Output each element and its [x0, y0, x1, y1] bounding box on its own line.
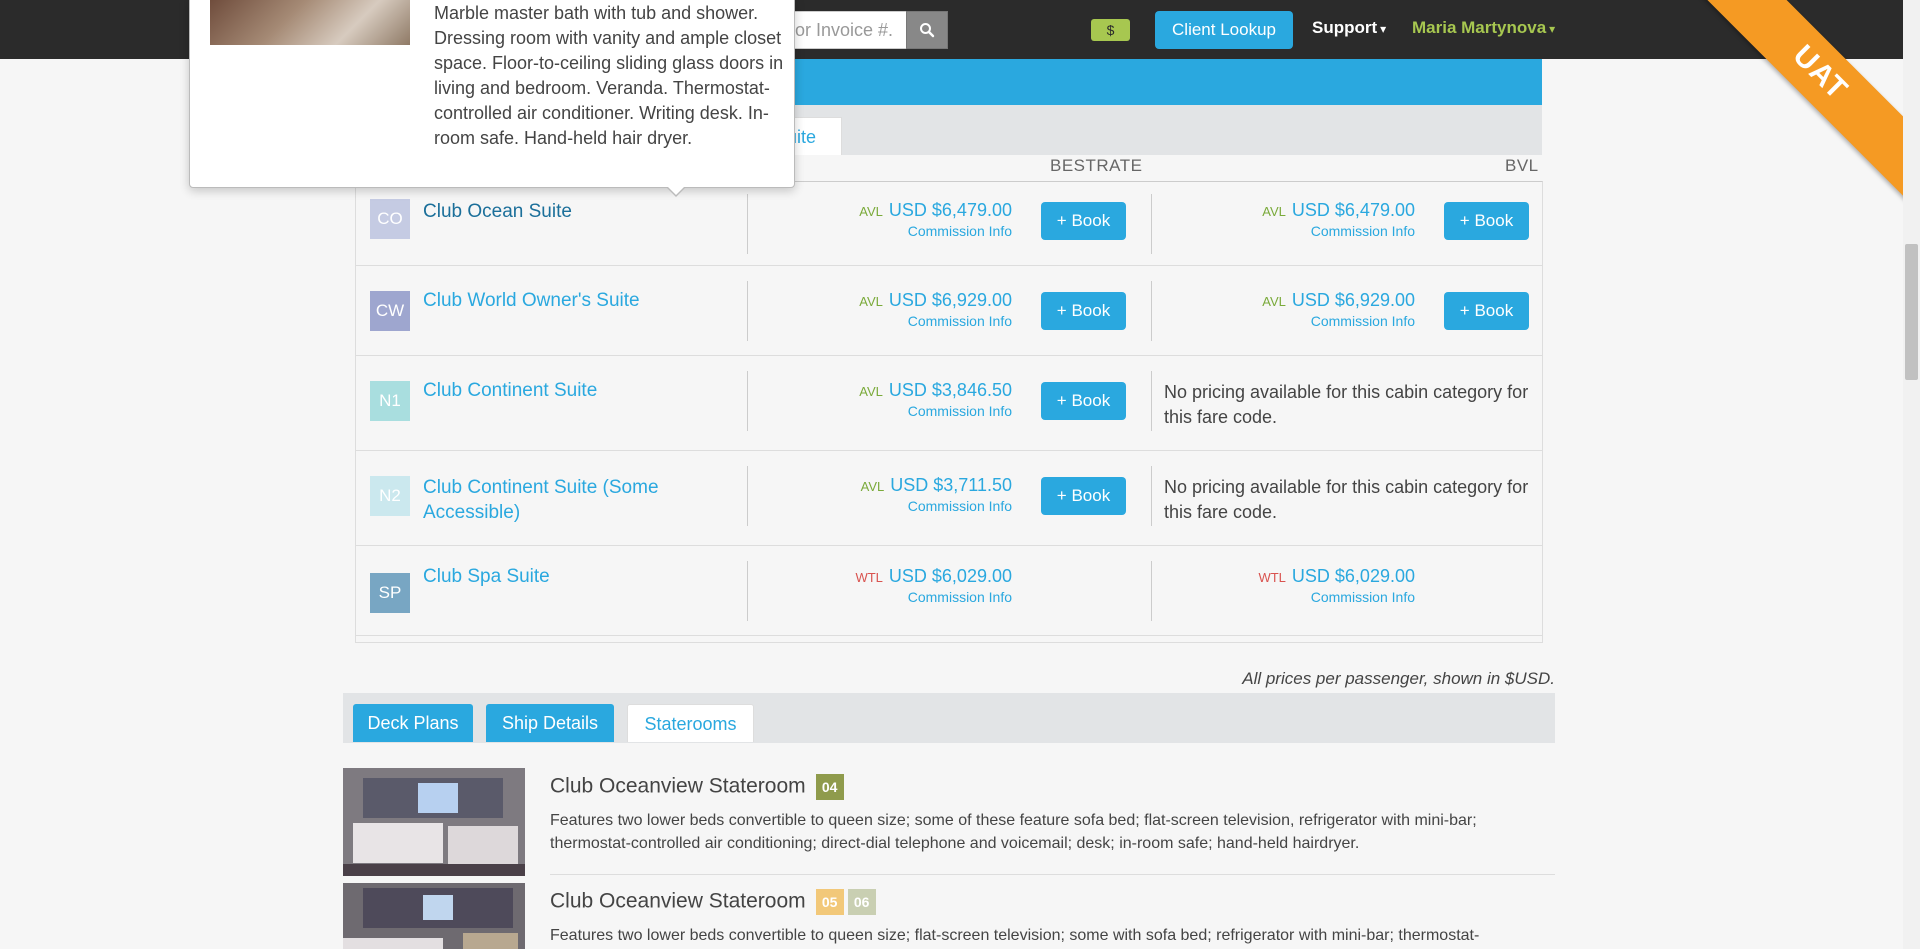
deck-badge: 05 — [815, 889, 844, 915]
cabin-name-link[interactable]: Club Ocean Suite — [423, 199, 673, 224]
book-button[interactable]: + Book — [1041, 382, 1126, 420]
book-button[interactable]: + Book — [1444, 292, 1529, 330]
cabin-pricing-table: CO Club Ocean Suite AVL USD $6,479.00 Com… — [355, 181, 1543, 643]
cabin-code-badge: SP — [370, 573, 410, 613]
price-amount: USD $6,479.00 — [888, 200, 1012, 220]
commission-info-link[interactable]: Commission Info — [1215, 313, 1415, 329]
bestrate-price: AVL USD $6,479.00 Commission Info — [812, 200, 1012, 239]
currency-badge[interactable]: $ — [1091, 19, 1130, 41]
commission-info-link[interactable]: Commission Info — [812, 403, 1012, 419]
price-amount: USD $3,711.50 — [890, 475, 1012, 495]
cabin-code-badge: CW — [370, 291, 410, 331]
price-amount: USD $6,929.00 — [888, 290, 1012, 310]
support-menu[interactable]: Support ▾ — [1312, 18, 1386, 38]
cabin-code-badge: CO — [370, 199, 410, 239]
bvl-price: AVL USD $6,929.00 Commission Info — [1215, 290, 1415, 329]
availability-status: WTL — [855, 570, 883, 585]
commission-info-link[interactable]: Commission Info — [1215, 223, 1415, 239]
price-amount: USD $6,929.00 — [1291, 290, 1415, 310]
availability-status: AVL — [859, 294, 883, 309]
search-icon — [920, 23, 935, 38]
no-pricing-message: No pricing available for this cabin cate… — [1164, 477, 1529, 522]
cabin-code-badge: N2 — [370, 476, 410, 516]
deck-badge: 06 — [847, 889, 876, 915]
deck-badge: 04 — [815, 774, 844, 800]
popover-arrow — [666, 186, 686, 197]
tab-ship-details[interactable]: Ship Details — [486, 704, 614, 742]
user-menu[interactable]: Maria Martynova ▾ — [1412, 18, 1555, 38]
cabin-name-link[interactable]: Club World Owner's Suite — [423, 288, 673, 313]
tab-deck-plans[interactable]: Deck Plans — [353, 704, 473, 742]
availability-status: WTL — [1258, 570, 1286, 585]
stateroom-title-text: Club Oceanview Stateroom — [550, 889, 806, 913]
commission-info-link[interactable]: Commission Info — [812, 313, 1012, 329]
stateroom-photo — [343, 883, 525, 949]
scrollbar[interactable] — [1903, 0, 1920, 949]
chevron-down-icon: ▾ — [1380, 22, 1387, 36]
availability-status: AVL — [860, 479, 885, 494]
cabin-description-popover: Marble master bath with tub and shower. … — [189, 0, 795, 197]
cabin-photo — [210, 0, 410, 45]
search-button[interactable] — [906, 11, 948, 49]
user-name: Maria Martynova — [1412, 18, 1547, 37]
cabin-name-link[interactable]: Club Spa Suite — [423, 564, 673, 589]
availability-status: AVL — [859, 204, 883, 219]
book-button[interactable]: + Book — [1041, 292, 1126, 330]
price-amount: USD $3,846.50 — [888, 380, 1012, 400]
prices-note: All prices per passenger, shown in $USD. — [1242, 669, 1555, 688]
support-label: Support — [1312, 18, 1378, 37]
client-lookup-button[interactable]: Client Lookup — [1155, 11, 1293, 49]
stateroom-photo — [343, 768, 525, 876]
price-amount: USD $6,029.00 — [1291, 566, 1415, 586]
availability-status: AVL — [859, 384, 883, 399]
bvl-price: WTL USD $6,029.00 Commission Info — [1215, 566, 1415, 605]
stateroom-title: Club Oceanview Stateroom 04 — [550, 774, 844, 800]
chevron-down-icon: ▾ — [1549, 22, 1556, 36]
search-input[interactable]: or Invoice #. — [780, 11, 906, 49]
cabin-name-link[interactable]: Club Continent Suite — [423, 378, 673, 403]
bestrate-price: AVL USD $3,711.50 Commission Info — [812, 475, 1012, 514]
book-button[interactable]: + Book — [1444, 202, 1529, 240]
bestrate-price: WTL USD $6,029.00 Commission Info — [812, 566, 1012, 605]
price-amount: USD $6,479.00 — [1291, 200, 1415, 220]
commission-info-link[interactable]: Commission Info — [812, 498, 1012, 514]
column-header-bestrate: BESTRATE — [1050, 156, 1143, 175]
book-button[interactable]: + Book — [1041, 477, 1126, 515]
cabin-name-link[interactable]: Club Continent Suite (Some Accessible) — [423, 475, 673, 525]
table-row: SP Club Spa Suite WTL USD $6,029.00 Commi… — [356, 546, 1542, 636]
table-row: CW Club World Owner's Suite AVL USD $6,92… — [356, 266, 1542, 356]
scrollbar-thumb[interactable] — [1905, 244, 1918, 380]
table-row: CO Club Ocean Suite AVL USD $6,479.00 Com… — [356, 182, 1542, 266]
commission-info-link[interactable]: Commission Info — [812, 589, 1012, 605]
book-button[interactable]: + Book — [1041, 202, 1126, 240]
stateroom-description: Features two lower beds convertible to q… — [550, 812, 1477, 852]
bestrate-price: AVL USD $6,929.00 Commission Info — [812, 290, 1012, 329]
table-row: N1 Club Continent Suite AVL USD $3,846.50… — [356, 356, 1542, 451]
cabin-code-badge: N1 — [370, 381, 410, 421]
column-header-bvl: BVL — [1505, 156, 1539, 175]
price-amount: USD $6,029.00 — [888, 566, 1012, 586]
stateroom-title-text: Club Oceanview Stateroom — [550, 774, 806, 798]
list-item: Club Oceanview Stateroom 04 Features two … — [343, 768, 1555, 878]
table-row: N2 Club Continent Suite (Some Accessible… — [356, 451, 1542, 546]
bestrate-price: AVL USD $3,846.50 Commission Info — [812, 380, 1012, 419]
popover-description: Marble master bath with tub and shower. … — [434, 3, 784, 148]
availability-status: AVL — [1262, 204, 1286, 219]
tab-staterooms[interactable]: Staterooms — [627, 704, 754, 742]
stateroom-description: Features two lower beds convertible to q… — [550, 927, 1480, 944]
availability-status: AVL — [1262, 294, 1286, 309]
bvl-price: AVL USD $6,479.00 Commission Info — [1215, 200, 1415, 239]
no-pricing-message: No pricing available for this cabin cate… — [1164, 382, 1529, 427]
commission-info-link[interactable]: Commission Info — [1215, 589, 1415, 605]
commission-info-link[interactable]: Commission Info — [812, 223, 1012, 239]
list-item: Club Oceanview Stateroom 05 06 Features tw… — [343, 883, 1555, 949]
stateroom-title: Club Oceanview Stateroom 05 06 — [550, 889, 876, 915]
